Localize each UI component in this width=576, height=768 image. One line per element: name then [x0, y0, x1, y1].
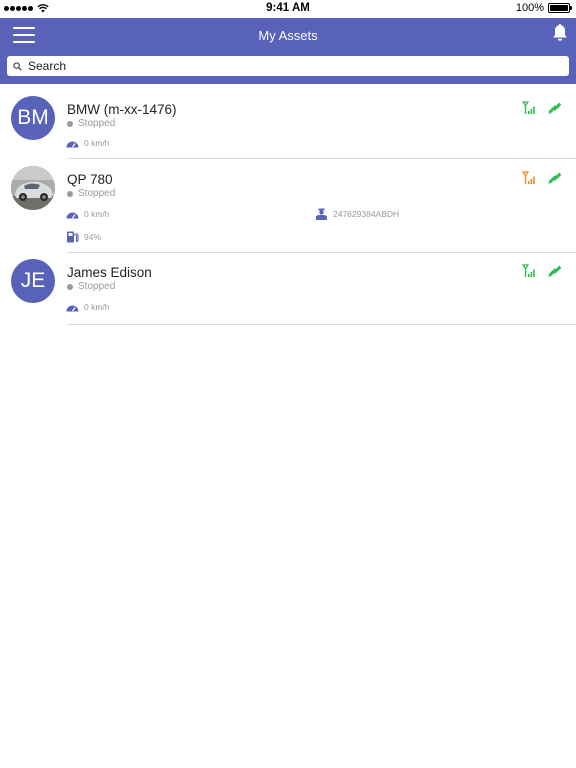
status-text: Stopped: [78, 281, 116, 292]
status-dot-icon: [67, 120, 73, 127]
satellite-icon: [548, 102, 562, 115]
status-dot-icon: [67, 190, 73, 197]
gsm-signal-icon: [522, 264, 535, 277]
speed-value: 0 km/h: [84, 302, 110, 312]
connection-status: [522, 171, 562, 185]
status-label: Stopped: [67, 188, 115, 199]
status-dot-icon: [67, 283, 73, 290]
search-input[interactable]: [28, 59, 528, 73]
notifications-button[interactable]: [552, 23, 570, 43]
speed-info: 0 km/h: [66, 138, 110, 148]
fuel-level: 94%: [84, 232, 102, 242]
app-header: My Assets: [0, 18, 576, 84]
battery-status: 100%: [515, 2, 572, 14]
bell-icon: [553, 24, 567, 41]
gsm-signal-icon: [522, 171, 535, 184]
fuel-icon: [67, 231, 79, 243]
search-icon: [13, 61, 22, 71]
connection-status: [522, 264, 562, 278]
divider: [67, 158, 576, 159]
avatar: JE: [11, 259, 55, 303]
status-label: Stopped: [67, 118, 115, 129]
divider: [67, 252, 576, 253]
satellite-icon: [548, 265, 562, 278]
page-title: My Assets: [258, 28, 318, 43]
status-bar: 9:41 AM 100%: [0, 0, 576, 18]
car-photo-avatar: [11, 166, 55, 210]
speedometer-icon: [66, 141, 79, 148]
gsm-signal-icon: [522, 101, 535, 114]
driver-info: 247629384ABDH: [315, 208, 399, 220]
speed-value: 0 km/h: [84, 209, 110, 219]
status-label: Stopped: [67, 281, 115, 292]
asset-name: QP 780: [67, 172, 113, 187]
asset-name: James Edison: [67, 265, 152, 280]
speedometer-icon: [66, 212, 79, 219]
status-text: Stopped: [78, 118, 116, 129]
status-text: Stopped: [78, 188, 116, 199]
driver-icon: [316, 208, 327, 220]
battery-icon: [548, 3, 572, 13]
asset-item[interactable]: JE James Edison Stopped 0 km/h: [0, 259, 576, 327]
driver-id: 247629384ABDH: [333, 209, 400, 219]
battery-percent: 100%: [515, 2, 544, 14]
speedometer-icon: [66, 305, 79, 312]
status-time: 9:41 AM: [266, 2, 310, 14]
search-bar[interactable]: [7, 56, 569, 76]
speed-value: 0 km/h: [84, 138, 110, 148]
asset-item[interactable]: QP 780 Stopped 0 km/h 247629384ABDH 94%: [0, 166, 576, 254]
asset-name: BMW (m-xx-1476): [67, 102, 177, 117]
speed-info: 0 km/h: [66, 302, 110, 312]
divider: [67, 324, 576, 325]
fuel-info: 94%: [66, 231, 101, 243]
car-photo: [11, 166, 55, 210]
avatar: BM: [11, 96, 55, 140]
speed-info: 0 km/h: [66, 209, 110, 219]
connection-status: [522, 101, 562, 115]
satellite-icon: [548, 172, 562, 185]
asset-item[interactable]: BM BMW (m-xx-1476) Stopped 0 km/h: [0, 96, 576, 160]
